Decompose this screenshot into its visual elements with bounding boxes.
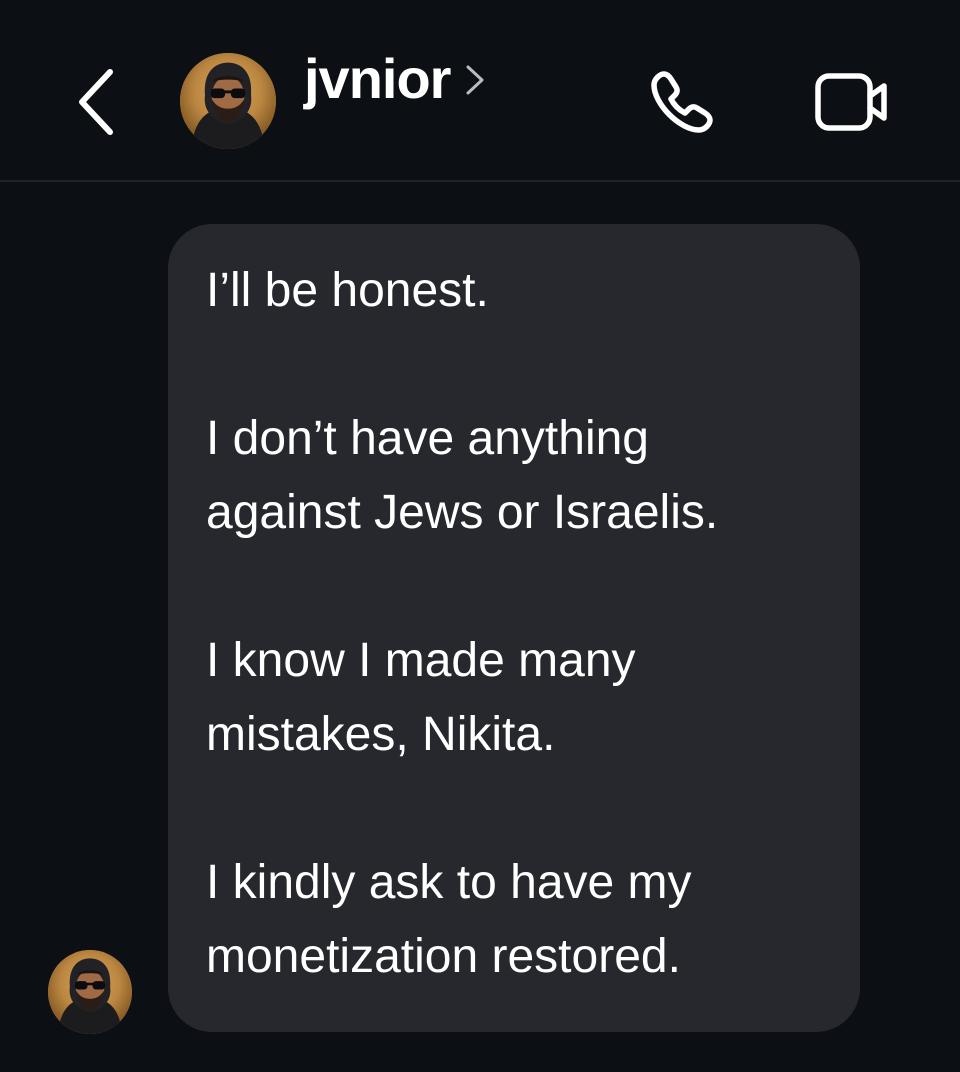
- back-button[interactable]: [66, 64, 126, 140]
- chevron-left-icon: [79, 69, 113, 135]
- avatar-image: [180, 53, 276, 149]
- chat-screen: jvnior I’ll be honest. I don’t have anyt…: [0, 0, 960, 1072]
- voice-call-button[interactable]: [646, 66, 722, 138]
- message-paragraph-1: I’ll be honest.: [206, 264, 489, 317]
- contact-avatar[interactable]: [180, 53, 276, 149]
- message-bubble[interactable]: I’ll be honest. I don’t have anything ag…: [168, 224, 860, 1032]
- phone-icon: [651, 71, 713, 133]
- video-camera-icon: [815, 73, 887, 131]
- chevron-right-icon: [466, 65, 484, 95]
- message-paragraph-3: I know I made many mistakes, Nikita.: [206, 634, 636, 761]
- video-call-button[interactable]: [812, 66, 892, 138]
- message-paragraph-2: I don’t have anything against Jews or Is…: [206, 412, 719, 539]
- avatar-image: [48, 950, 132, 1034]
- contact-title-button[interactable]: jvnior: [304, 42, 486, 114]
- contact-name: jvnior: [304, 46, 451, 110]
- chat-header: jvnior: [0, 0, 960, 182]
- sender-avatar[interactable]: [48, 950, 132, 1034]
- message-paragraph-4: I kindly ask to have my monetization res…: [206, 856, 692, 983]
